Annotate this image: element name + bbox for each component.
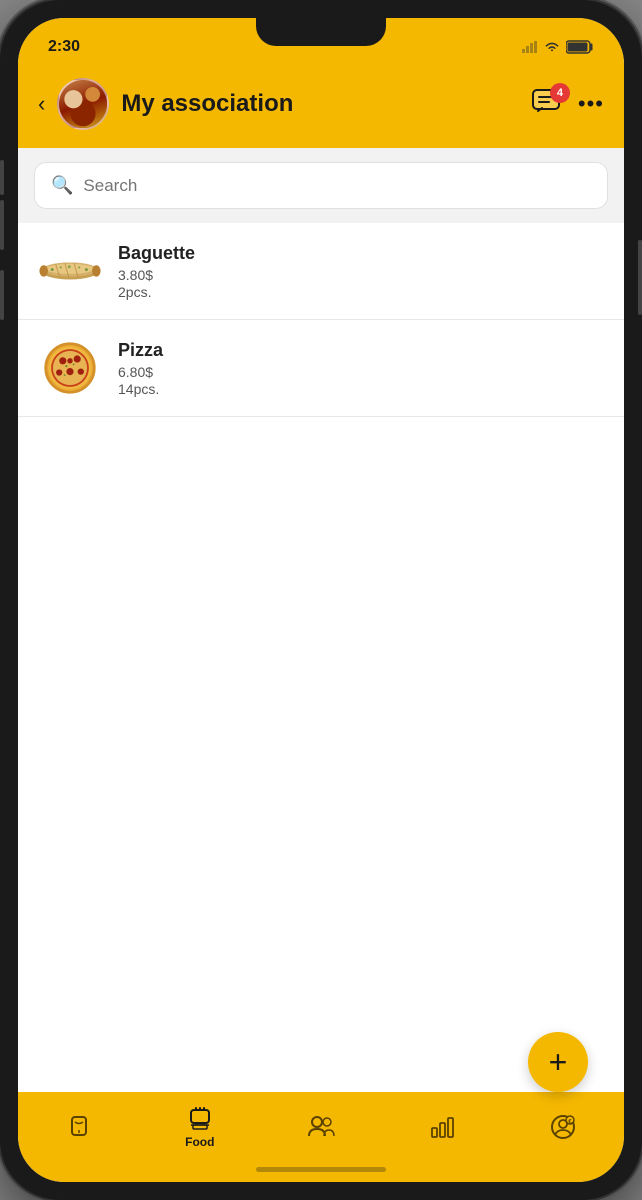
nav-item-stats[interactable]: [412, 1114, 472, 1140]
avatar[interactable]: [57, 78, 109, 130]
item-name: Pizza: [118, 340, 604, 361]
item-quantity: 2pcs.: [118, 284, 604, 300]
status-icons: [522, 40, 594, 54]
status-time: 2:30: [48, 38, 80, 56]
notification-badge: 4: [550, 83, 570, 103]
item-info: Baguette 3.80$ 2pcs.: [118, 243, 604, 300]
item-info: Pizza 6.80$ 14pcs.: [118, 340, 604, 397]
wifi-icon: [544, 41, 560, 53]
people-icon: [307, 1114, 335, 1140]
food-icon: [187, 1106, 213, 1132]
nav-item-drink[interactable]: [49, 1114, 109, 1140]
items-list: Baguette 3.80$ 2pcs.: [18, 223, 624, 1092]
list-item[interactable]: Pizza 6.80$ 14pcs.: [18, 320, 624, 417]
item-price: 3.80$: [118, 267, 604, 283]
search-input[interactable]: [83, 176, 591, 196]
item-name: Baguette: [118, 243, 604, 264]
signal-icon: [522, 41, 538, 53]
header-actions: 4 •••: [532, 89, 604, 120]
nav-label-food: Food: [185, 1135, 214, 1149]
list-item[interactable]: Baguette 3.80$ 2pcs.: [18, 223, 624, 320]
battery-icon: [566, 40, 594, 54]
main-content: 🔍: [18, 148, 624, 1092]
page-title: My association: [121, 90, 520, 118]
item-image-pizza: [38, 336, 102, 400]
nav-item-food[interactable]: Food: [170, 1106, 230, 1149]
profile-icon: €: [550, 1114, 576, 1140]
drink-icon: [66, 1114, 92, 1140]
search-bar[interactable]: 🔍: [34, 162, 608, 209]
nav-item-people[interactable]: [291, 1114, 351, 1140]
item-image-baguette: [38, 239, 102, 303]
back-button[interactable]: ‹: [38, 91, 45, 117]
search-container: 🔍: [18, 148, 624, 223]
search-icon: 🔍: [51, 175, 73, 196]
chat-button[interactable]: 4: [532, 89, 562, 120]
item-quantity: 14pcs.: [118, 381, 604, 397]
item-price: 6.80$: [118, 364, 604, 380]
app-header: ‹ My association 4 •••: [18, 68, 624, 148]
home-indicator: [256, 1167, 386, 1172]
more-button[interactable]: •••: [578, 91, 604, 117]
nav-item-settings[interactable]: €: [533, 1114, 593, 1140]
stats-icon: [429, 1114, 455, 1140]
add-button[interactable]: +: [528, 1032, 588, 1092]
